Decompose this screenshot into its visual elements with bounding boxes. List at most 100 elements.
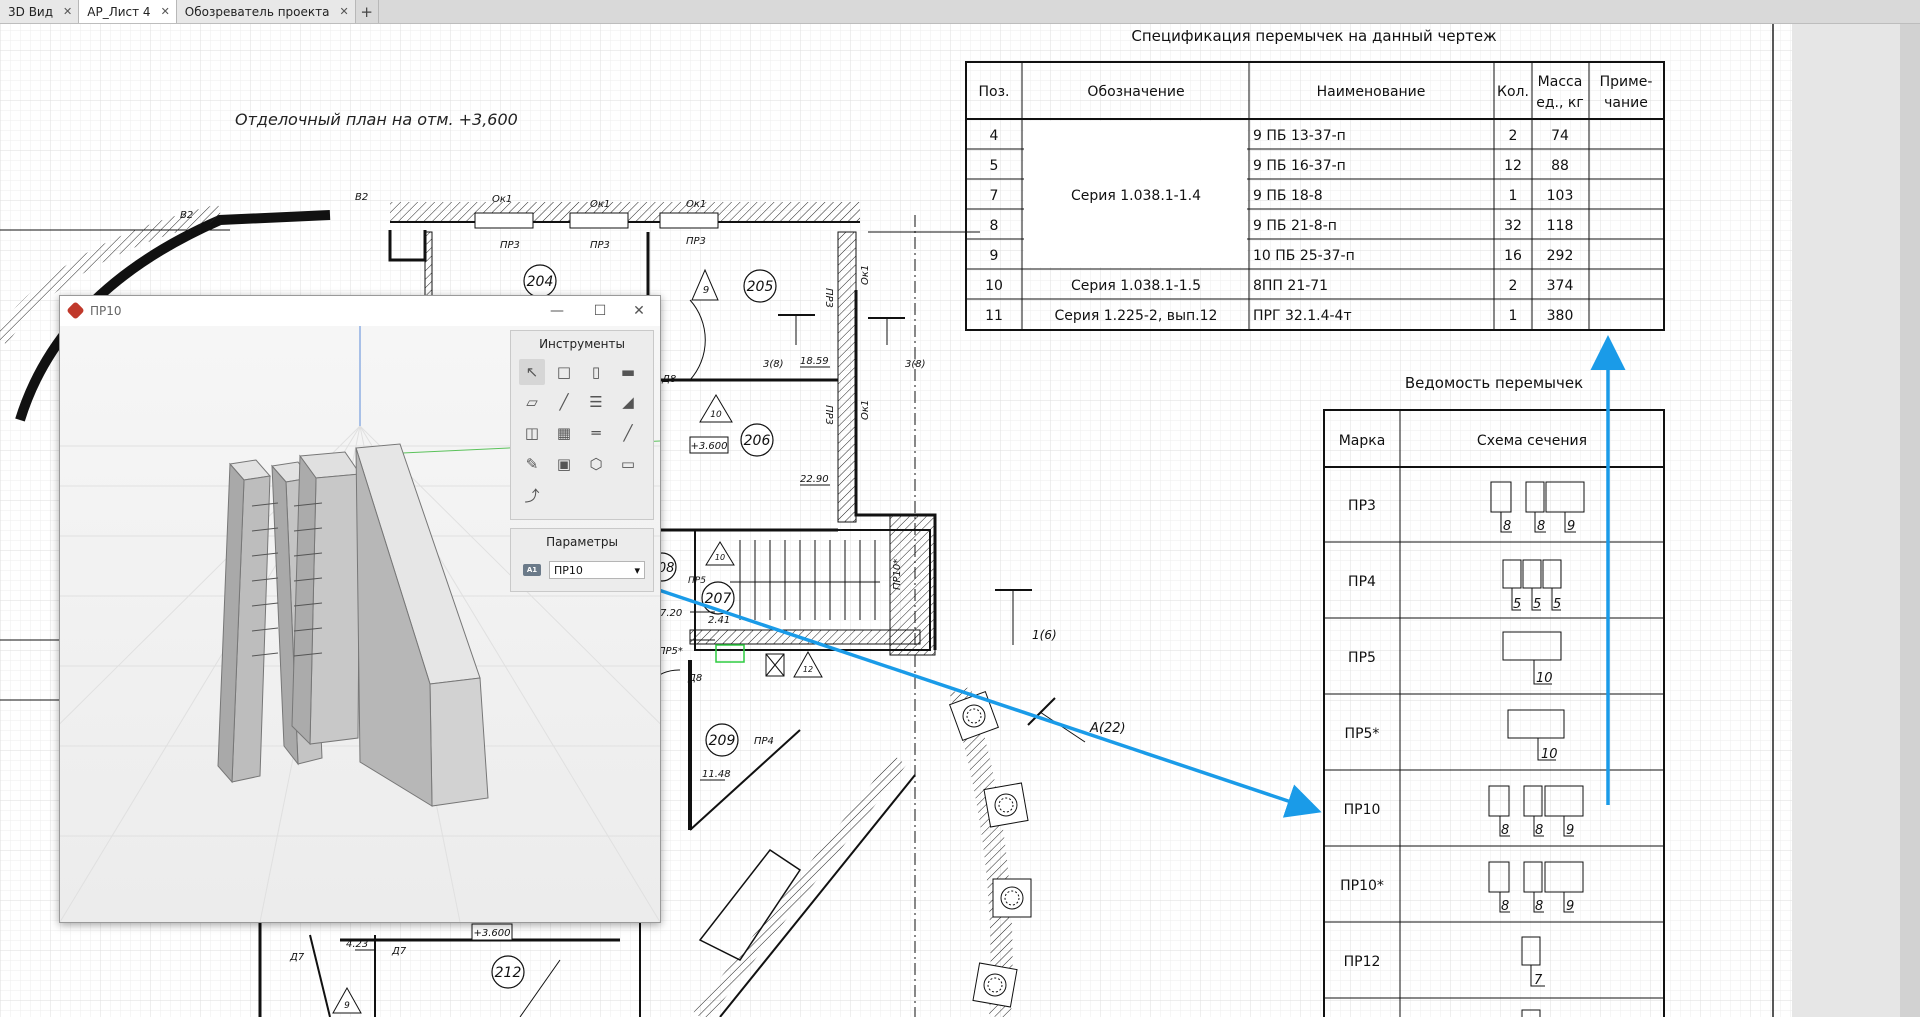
pointer-icon[interactable]: ↖ [519,359,545,385]
opening-icon[interactable]: ▭ [615,451,641,477]
elevation-text: +3.600 [690,441,727,452]
spec-cell: 32 [1504,218,1522,234]
chevron-down-icon[interactable]: ▾ [634,564,640,577]
block-label: 7 [1534,973,1543,988]
block-label: 5 [1513,597,1521,612]
triangle-text: 12 [803,665,813,674]
plan-label: Ок1 [590,199,610,210]
area-text: 11.48 [702,769,731,780]
plan-label: ПР3 [590,240,610,251]
block-label: 8 [1537,519,1545,534]
box-icon[interactable]: ▣ [551,451,577,477]
area-text: 7.20 [660,608,682,619]
ved-mark: ПР10* [1340,878,1384,894]
triangle-text: 10 [710,410,722,420]
beam-icon[interactable]: ╱ [551,389,577,415]
spec-header-name: Наименование [1317,84,1426,100]
plan-label: ПР3 [823,405,834,425]
ved-mark: ПР3 [1348,498,1376,514]
room-number: 207 [705,591,732,607]
parameters-title: Параметры [546,535,618,549]
spec-cell: 2 [1509,278,1518,294]
plan-label: Ок1 [860,265,871,285]
plan-label: Ок1 [686,199,706,210]
room-tag-206: 206 [740,423,774,457]
spec-designation: Серия 1.038.1-1.4 [1071,188,1201,204]
room-tag-212: 212 [491,955,525,989]
plate-icon[interactable]: ▱ [519,389,545,415]
close-icon[interactable]: ✕ [161,5,170,18]
plan-label: ПР4 [754,736,774,747]
ved-title: Ведомость перемычек [1405,374,1583,392]
plan-label: ПР3 [823,288,834,308]
spec-cell: 7 [990,188,999,204]
elevation-mark: +3.600 [471,923,513,941]
block-label: 10 [1541,747,1558,762]
section-text: 1(6) [1032,628,1057,642]
tab-3d-view[interactable]: 3D Вид ✕ [0,0,80,23]
window-titlebar[interactable]: ПР10 — ☐ ✕ [60,296,660,326]
column-icon[interactable]: ▯ [583,359,609,385]
railing-icon[interactable]: ═ [583,420,609,446]
block-label: 8 [1501,823,1509,838]
tab-label: 3D Вид [8,4,54,19]
close-icon[interactable]: ✕ [622,299,656,323]
spec-cell: 9 ПБ 18-8 [1253,188,1323,204]
block-label: 5 [1533,597,1541,612]
door-icon[interactable]: ◫ [519,420,545,446]
close-icon[interactable]: ✕ [63,5,72,18]
stair-icon[interactable]: ☰ [583,389,609,415]
roof-icon[interactable]: ◢ [615,389,641,415]
spec-header-note: чание [1604,95,1648,111]
spec-cell: 8ПП 21-71 [1253,278,1328,294]
spec-cell: 103 [1547,188,1574,204]
solid-icon[interactable]: ⬡ [583,451,609,477]
plan-label: ПР10* [892,559,903,590]
spec-header-mass: ед., кг [1536,95,1583,111]
elevation-mark: +3.600 [689,436,729,454]
line-icon[interactable]: ╱ [615,420,641,446]
paint-icon[interactable]: ✎ [519,451,545,477]
tab-sheet-4[interactable]: АР_Лист 4 ✕ [79,0,177,23]
spec-cell: 374 [1547,278,1574,294]
minimize-icon[interactable]: — [540,299,574,323]
block-label: 9 [1566,899,1574,914]
section-text: 3(8) [763,359,784,370]
spec-title: Спецификация перемычек на данный чертеж [1131,27,1496,45]
spec-cell: 5 [990,158,999,174]
tab-project-browser[interactable]: Обозреватель проекта ✕ [176,0,356,23]
plan-label: Ок1 [492,194,512,205]
spec-cell: 9 ПБ 21-8-п [1253,218,1337,234]
add-tab-button[interactable]: + [356,0,379,23]
parameter-type-icon: A1 [523,564,541,576]
area-text: 22.90 [800,474,829,485]
lintel-type-select[interactable]: ПР10 ▾ [549,561,645,579]
block-label: 9 [1566,823,1574,838]
window-icon[interactable]: ▦ [551,420,577,446]
close-icon[interactable]: ✕ [339,5,348,18]
spec-cell: 4 [990,128,999,144]
path-icon[interactable]: ⤴ [519,482,545,508]
spec-designation: Серия 1.225-2, вып.12 [1055,308,1218,324]
ved-mark: ПР12 [1344,954,1381,970]
room-number: 204 [527,274,554,290]
triangle-text: 9 [344,1001,350,1011]
tools-panel: Инструменты ↖ □ ▯ ▬ ▱ ╱ ☰ ◢ ◫ ▦ ═ ╱ ✎ ▣ … [510,330,654,520]
tab-label: АР_Лист 4 [87,4,151,19]
plan-label: В2 [180,210,193,221]
tab-label: Обозреватель проекта [184,4,330,19]
spec-cell: 380 [1547,308,1574,324]
ved-mark: ПР5 [1348,650,1376,666]
block-label: 8 [1535,823,1543,838]
spec-cell: 1 [1509,308,1518,324]
wall-icon[interactable]: □ [551,359,577,385]
plan-label: ПР3 [686,236,706,247]
spec-header-note: Приме- [1600,74,1653,90]
block-label: 9 [1567,519,1575,534]
maximize-icon[interactable]: ☐ [583,299,617,323]
triangle-text: 10 [715,553,725,562]
slab-icon[interactable]: ▬ [615,359,641,385]
triangle-text: 9 [703,285,709,296]
vertical-scrollbar[interactable] [1900,24,1920,1017]
spec-cell: 12 [1504,158,1522,174]
